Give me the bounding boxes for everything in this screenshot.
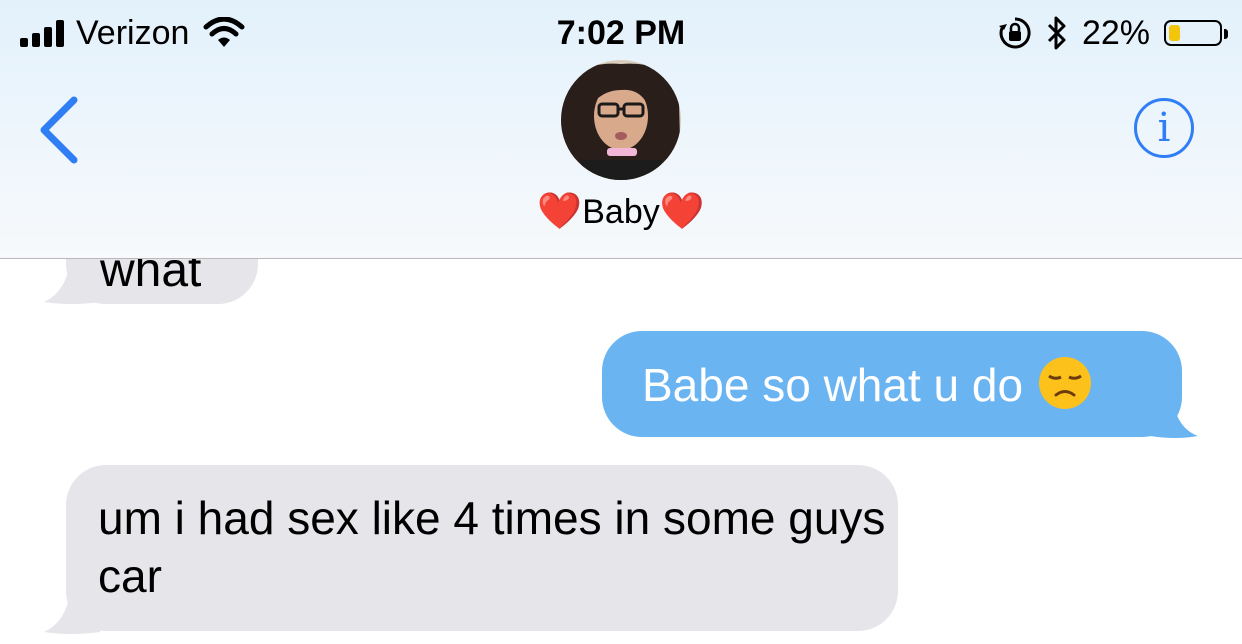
message-bubble-outgoing[interactable]: Babe so what u do [602, 331, 1182, 437]
contact-avatar[interactable] [561, 60, 681, 180]
contact-name[interactable]: ❤️Baby❤️ [0, 188, 1242, 235]
disappointed-face-icon [1039, 357, 1092, 409]
info-button[interactable]: i [1134, 98, 1194, 158]
rotation-lock-icon [998, 17, 1031, 49]
heart-emoji-right: ❤️ [659, 190, 705, 231]
bubble-tail [1150, 396, 1198, 438]
battery-percent: 22% [1081, 14, 1150, 52]
back-chevron-icon[interactable] [36, 96, 84, 164]
battery-icon [1164, 20, 1228, 46]
message-text: um i had sex like 4 times in some guys c… [98, 492, 886, 602]
bubble-tail [44, 262, 100, 304]
bubble-tail [44, 592, 100, 634]
conversation-header: Verizon 7:02 PM 22% ❤️Baby❤️ i [0, 0, 1242, 259]
message-bubble-incoming[interactable]: um i had sex like 4 times in some guys c… [66, 465, 898, 631]
status-bar-right: 22% [998, 12, 1228, 54]
contact-name-text: Baby [582, 193, 660, 231]
message-text: Babe so what u do [642, 359, 1024, 411]
bluetooth-icon [1047, 16, 1066, 50]
info-icon: i [1157, 105, 1171, 151]
heart-emoji-left: ❤️ [537, 190, 583, 231]
